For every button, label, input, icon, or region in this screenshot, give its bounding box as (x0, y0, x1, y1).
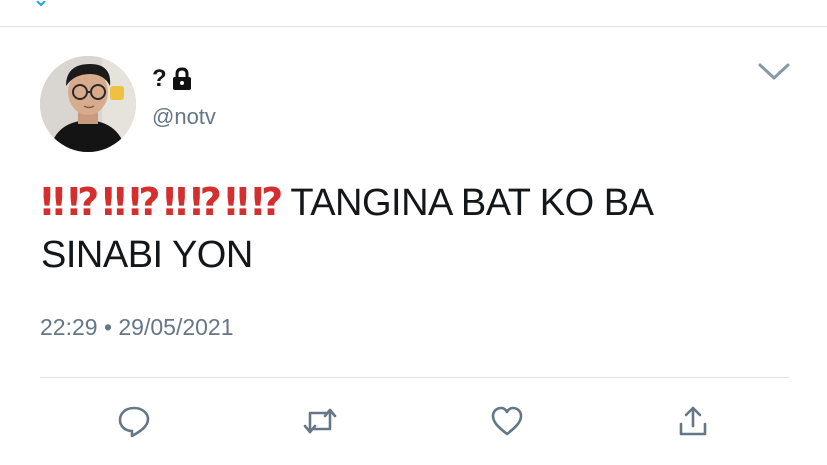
share-button[interactable] (675, 403, 711, 439)
share-icon (679, 406, 707, 436)
author-name-row[interactable]: ? (152, 64, 193, 94)
exclamation-question-emoji: ⁉ (67, 180, 99, 224)
exclamation-question-emoji: ⁉ (129, 180, 160, 224)
double-exclamation-emoji: ‼ (163, 180, 188, 224)
reply-icon (118, 406, 150, 438)
author-name: ? (152, 65, 168, 92)
exclamation-question-emoji: ⁉ (251, 180, 283, 224)
double-exclamation-emoji: ‼ (102, 180, 126, 224)
double-exclamation-emoji: ‼ (41, 180, 65, 224)
author-handle[interactable]: @notv (152, 104, 216, 130)
emoji-marks: ‼ ⁉ ‼ ⁉ ‼ ⁉ ‼ ⁉ (41, 176, 283, 228)
avatar-photo (40, 56, 136, 152)
tweet-menu-button[interactable] (758, 60, 790, 84)
chevron-down-icon (758, 63, 790, 80)
retweet-button[interactable] (302, 403, 338, 439)
tweet-text: ‼ ⁉ ‼ ⁉ ‼ ⁉ ‼ ⁉ TANGINA BAT KO BA SINABI… (41, 176, 781, 281)
avatar[interactable] (40, 56, 136, 152)
reply-button[interactable] (116, 403, 152, 439)
retweet-icon (303, 408, 337, 434)
double-exclamation-emoji: ‼ (224, 180, 249, 224)
like-button[interactable] (489, 403, 525, 439)
heart-icon (491, 406, 523, 436)
actions-divider (40, 377, 789, 378)
top-divider (0, 26, 827, 27)
previous-tweet-connector (36, 0, 46, 7)
exclamation-question-emoji: ⁉ (190, 180, 221, 224)
lock-icon (173, 67, 192, 90)
tweet-timestamp[interactable]: 22:29 • 29/05/2021 (40, 314, 234, 341)
